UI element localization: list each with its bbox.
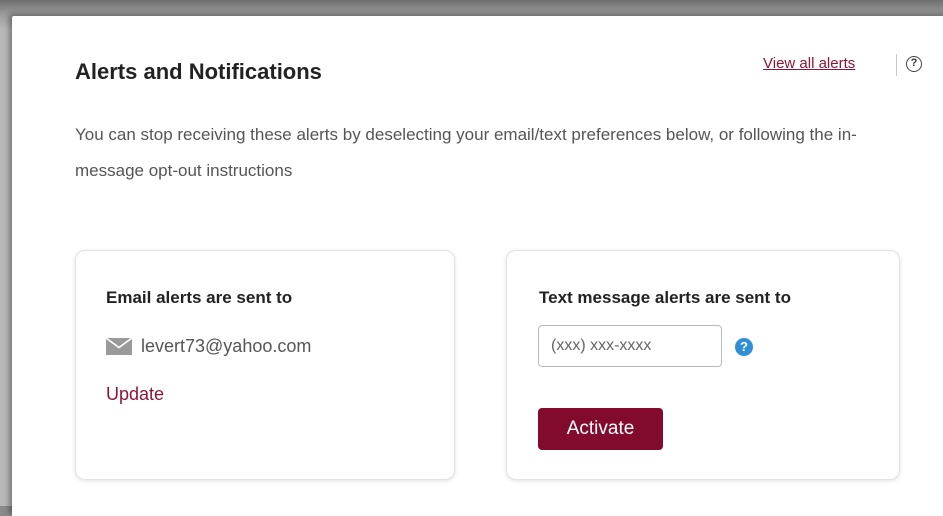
phone-number-input[interactable]: [538, 325, 722, 367]
window-background: Alerts and Notifications View all alerts…: [0, 0, 943, 516]
activate-button[interactable]: Activate: [538, 408, 663, 450]
alerts-description: You can stop receiving these alerts by d…: [75, 125, 857, 180]
help-icon[interactable]: ?: [906, 56, 922, 72]
update-email-link[interactable]: Update: [106, 384, 164, 405]
email-alerts-card: Email alerts are sent to levert73@yahoo.…: [75, 250, 455, 480]
email-row: levert73@yahoo.com: [106, 336, 311, 357]
page-title: Alerts and Notifications: [75, 59, 322, 84]
header-divider: [896, 54, 897, 76]
alerts-panel: Alerts and Notifications View all alerts…: [12, 16, 943, 516]
text-card-heading: Text message alerts are sent to: [539, 288, 791, 307]
view-all-alerts-link[interactable]: View all alerts: [763, 55, 855, 72]
text-alerts-card: Text message alerts are sent to ? Activa…: [506, 250, 900, 480]
envelope-icon: [106, 338, 132, 355]
email-card-heading: Email alerts are sent to: [106, 288, 293, 307]
phone-help-icon[interactable]: ?: [735, 338, 753, 356]
email-address: levert73@yahoo.com: [141, 336, 312, 356]
